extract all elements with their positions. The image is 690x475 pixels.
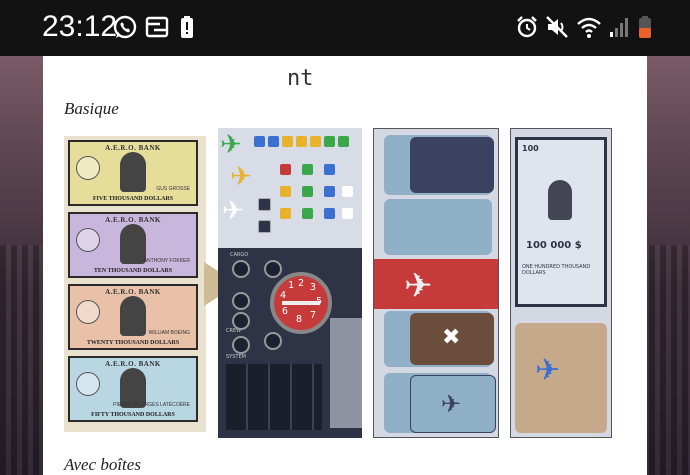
signal-icon xyxy=(610,18,628,37)
board-label-system: SYSTEM xyxy=(226,354,246,360)
board-slot xyxy=(232,260,250,278)
green-tile xyxy=(302,164,313,175)
bill-portrait xyxy=(120,224,146,264)
bill-value: TEN THOUSAND DOLLARS xyxy=(93,268,173,274)
bill-amount: 100 000 $ xyxy=(526,240,582,251)
upgrade-card: ✈ xyxy=(515,323,607,433)
gauge-number: 4 xyxy=(280,290,287,301)
blue-tile xyxy=(324,208,335,219)
green-tile xyxy=(302,208,313,219)
bill-ten-thousand: A.E.R.O. BANK ANTHONY FOKKER TEN THOUSAN… xyxy=(68,212,198,278)
page-heading-fragment: nt xyxy=(287,66,314,91)
bill-header: A.E.R.O. BANK xyxy=(105,216,161,224)
dark-tile xyxy=(258,220,271,233)
biplane-icon: ✈ xyxy=(441,390,462,418)
gauge-number: 3 xyxy=(310,282,317,293)
bill-portrait xyxy=(120,296,146,336)
bill-value: FIFTY THOUSAND DOLLARS xyxy=(91,412,175,418)
yellow-tile xyxy=(310,136,321,147)
bill-header: A.E.R.O. BANK xyxy=(105,360,161,368)
section-title-basique: Basique xyxy=(64,99,119,118)
bill-seal xyxy=(76,156,100,180)
board-slot xyxy=(232,292,250,310)
gauge-number: 8 xyxy=(296,314,303,325)
whatsapp-icon xyxy=(113,15,137,39)
battery-icon xyxy=(639,16,651,38)
bill-fifty-thousand: A.E.R.O. BANK PIERRE-GEORGES LATÉCOÈRE F… xyxy=(68,356,198,422)
bill-signature: ANTHONY FOKKER xyxy=(143,258,190,264)
blue-plane-icon: ✈ xyxy=(535,353,561,388)
green-tile xyxy=(324,136,335,147)
tools-icon: ✖ xyxy=(442,325,461,350)
bill-side-text: ONE HUNDRED THOUSAND DOLLARS xyxy=(522,264,591,276)
bill-value: FIVE THOUSAND DOLLARS xyxy=(92,196,174,202)
board-map-area xyxy=(330,318,362,428)
green-plane-icon: ✈ xyxy=(220,130,242,160)
status-bar: 23:12 xyxy=(0,0,690,56)
board-slot xyxy=(264,332,282,350)
mute-icon xyxy=(546,16,568,38)
bill-value: TWENTY THOUSAND DOLLARS xyxy=(86,340,180,346)
bill-portrait xyxy=(120,152,146,192)
cards-column-image: ✈ ✖ ✈ xyxy=(373,128,499,438)
gauge-number: 6 xyxy=(282,306,289,317)
gauge-number: 2 xyxy=(298,278,305,289)
bank-notes-image: A.E.R.O. BANK GUS GROSSE FIVE THOUSAND D… xyxy=(64,136,206,432)
banknote-and-card-image: 100 100 000 $ ONE HUNDRED THOUSAND DOLLA… xyxy=(510,128,612,438)
dark-tile xyxy=(258,198,271,211)
blue-tile xyxy=(324,164,335,175)
airplane-icon: ✈ xyxy=(404,266,433,306)
gauge-needle xyxy=(282,301,320,305)
bill-signature: WILLIAM BOEING xyxy=(148,330,190,336)
yellow-tile xyxy=(280,208,291,219)
white-tile xyxy=(342,208,353,219)
white-plane-icon: ✈ xyxy=(222,196,244,226)
bill-header: A.E.R.O. BANK xyxy=(105,144,161,152)
card-biplane: ✈ xyxy=(410,375,496,433)
bill-portrait xyxy=(548,180,572,220)
airplane-illustration: ✈ xyxy=(374,259,498,309)
card-compass xyxy=(410,137,494,193)
bill-corner: 100 xyxy=(522,144,539,153)
bill-twenty-thousand: A.E.R.O. BANK WILLIAM BOEING TWENTY THOU… xyxy=(68,284,198,350)
yellow-tile xyxy=(280,186,291,197)
alarm-icon xyxy=(517,16,537,38)
blue-tile xyxy=(254,136,265,147)
bill-five-thousand: A.E.R.O. BANK GUS GROSSE FIVE THOUSAND D… xyxy=(68,140,198,206)
blue-tile xyxy=(324,186,335,197)
section-title-avec-boites: Avec boîtes xyxy=(64,455,141,474)
transfer-icon xyxy=(145,16,169,38)
card-compass-light xyxy=(384,199,492,255)
bill-header: A.E.R.O. BANK xyxy=(105,288,161,296)
board-slot xyxy=(232,312,250,330)
battery-saver-icon xyxy=(181,16,193,38)
wifi-icon xyxy=(577,17,601,38)
green-tile xyxy=(302,186,313,197)
status-time: 23:12 xyxy=(42,10,118,43)
blue-tile xyxy=(268,136,279,147)
gauge-dial: 2 3 5 7 8 6 4 1 xyxy=(270,272,332,334)
board-label-cargo: CARGO xyxy=(230,252,249,258)
bill-signature: GUS GROSSE xyxy=(156,186,190,192)
hundred-thousand-bill: 100 100 000 $ ONE HUNDRED THOUSAND DOLLA… xyxy=(515,137,607,307)
gauge-number: 7 xyxy=(310,310,317,321)
card-repair: ✖ xyxy=(410,313,494,365)
yellow-tile xyxy=(282,136,293,147)
board-grid xyxy=(226,364,322,430)
green-tile xyxy=(338,136,349,147)
gauge-number: 1 xyxy=(288,280,295,291)
bill-seal xyxy=(76,228,100,252)
board-slot xyxy=(264,260,282,278)
yellow-plane-icon: ✈ xyxy=(230,162,252,192)
yellow-tile xyxy=(296,136,307,147)
white-tile xyxy=(342,186,353,197)
bill-signature: PIERRE-GEORGES LATÉCOÈRE xyxy=(113,402,190,408)
red-tile xyxy=(280,164,291,175)
bill-seal xyxy=(76,372,100,396)
board-slot xyxy=(232,336,250,354)
bill-seal xyxy=(76,300,100,324)
